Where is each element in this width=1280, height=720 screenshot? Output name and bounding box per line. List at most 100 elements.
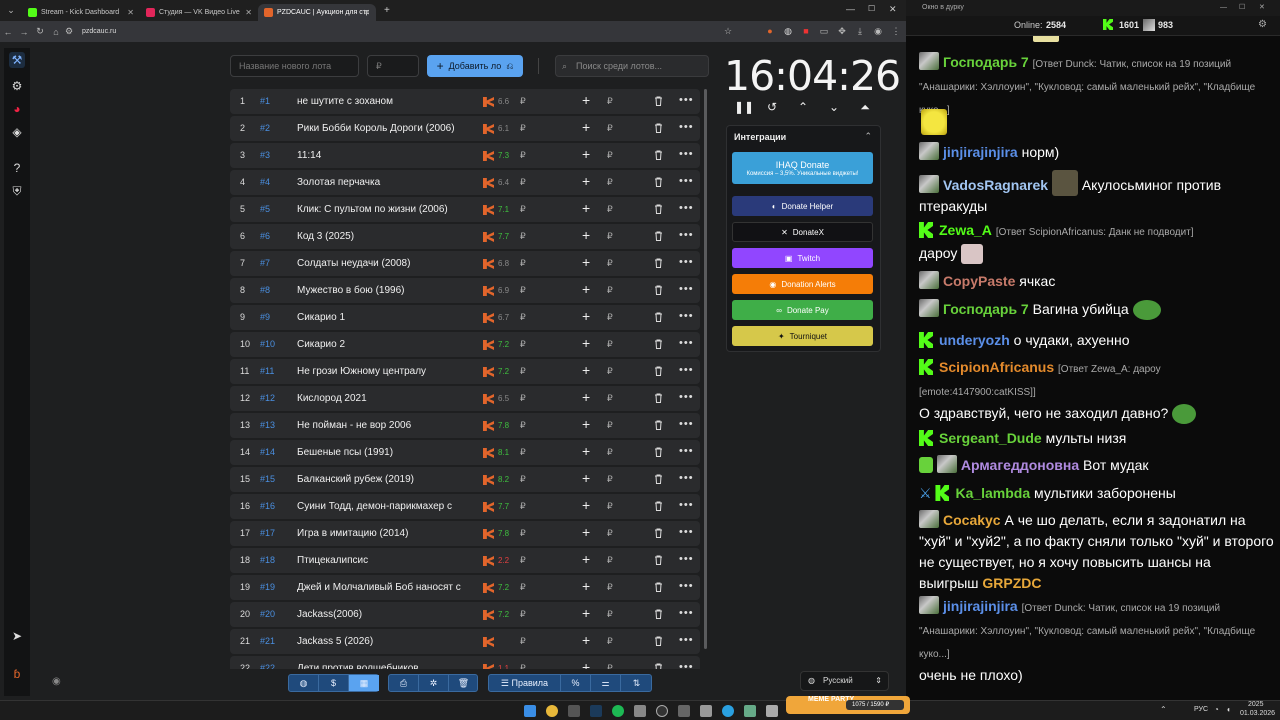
more-options-icon[interactable]: ••• — [679, 553, 694, 565]
more-options-icon[interactable]: ••• — [679, 661, 694, 669]
delete-trash-icon[interactable] — [654, 231, 663, 241]
currency-icon[interactable]: ₽ — [607, 447, 613, 458]
telegram-icon[interactable] — [722, 705, 734, 717]
delete-trash-icon[interactable] — [654, 609, 663, 619]
lot-row[interactable]: 4 #4 Золотая перчачка 6.4 ₽ + ₽ ••• — [230, 170, 700, 195]
minimize-button[interactable]: — — [846, 4, 855, 14]
delete-trash-icon[interactable] — [654, 366, 663, 376]
delete-trash-icon[interactable] — [654, 204, 663, 214]
add-amount-icon[interactable]: + — [582, 524, 590, 540]
lot-row[interactable]: 7 #7 Солдаты неудачи (2008) 6.8 ₽ + ₽ ••• — [230, 251, 700, 276]
currency-icon[interactable]: ₽ — [607, 528, 613, 539]
lot-fast-id[interactable]: #11 — [260, 366, 274, 376]
lot-name[interactable]: Рики Бобби Король Дороги (2006) — [297, 123, 469, 134]
donate-pay-button[interactable]: ∞ Donate Pay — [732, 300, 873, 320]
chat-username[interactable]: Господарь 7 — [943, 301, 1029, 317]
auction-hammer-icon[interactable]: ⚒ — [9, 52, 25, 68]
add-amount-icon[interactable]: + — [582, 254, 590, 270]
add-amount-icon[interactable]: + — [582, 659, 590, 669]
close-tab-icon[interactable]: ✕ — [245, 8, 252, 17]
lot-row[interactable]: 22 #22 Дети против волшебников 1.1 ₽ + ₽ ••• — [230, 656, 700, 669]
lot-fast-id[interactable]: #2 — [260, 123, 270, 133]
delete-trash-icon[interactable] — [654, 474, 663, 484]
lot-name[interactable]: Кислород 2021 — [297, 393, 469, 404]
twitch-button[interactable]: ▣ Twitch — [732, 248, 873, 268]
timer-up-icon[interactable]: ⌃ — [796, 100, 810, 114]
currency-icon[interactable]: ₽ — [607, 258, 613, 269]
meme-party-widget[interactable]: MEME PARTY 1075 / 1590 ₽ — [786, 696, 910, 714]
lot-fast-id[interactable]: #22 — [260, 663, 275, 669]
delete-trash-icon[interactable] — [654, 447, 663, 457]
tourniquet-button[interactable]: ✦ Tourniquet — [732, 326, 873, 346]
clock-time[interactable]: 2025 — [1248, 701, 1264, 708]
delete-trash-icon[interactable] — [654, 636, 663, 646]
lot-row[interactable]: 17 #17 Игра в имитацию (2014) 7.8 ₽ + ₽ ••• — [230, 521, 700, 546]
delete-trash-icon[interactable] — [654, 555, 663, 565]
obs-icon[interactable] — [656, 705, 668, 717]
rules-button[interactable]: ☰ Правила — [489, 675, 561, 691]
reset-timer-icon[interactable]: ↺ — [765, 100, 779, 114]
chat-username[interactable]: Господарь 7 — [943, 54, 1029, 70]
lot-fast-id[interactable]: #1 — [260, 96, 270, 106]
lot-row[interactable]: 8 #8 Мужество в бою (1996) 6.9 ₽ + ₽ ••• — [230, 278, 700, 303]
lot-name[interactable]: Солдаты неудачи (2008) — [297, 258, 469, 269]
lot-row[interactable]: 11 #11 Не грози Южному централу 7.2 ₽ + ₽ ••• — [230, 359, 700, 384]
add-amount-icon[interactable]: + — [582, 470, 590, 486]
currency-icon[interactable]: ₽ — [607, 474, 613, 485]
delete-trash-icon[interactable] — [654, 258, 663, 268]
tab-kick-dashboard[interactable]: Stream - Kick Dashboard ✕ — [22, 4, 140, 21]
profile-icon[interactable]: ◉ — [872, 25, 884, 37]
reload-icon[interactable]: ↻ — [32, 26, 48, 37]
currency-icon[interactable]: ₽ — [607, 204, 613, 215]
lot-name[interactable]: Птицекалипсис — [297, 555, 469, 566]
currency-icon[interactable]: ₽ — [607, 663, 613, 669]
lot-fast-id[interactable]: #13 — [260, 420, 275, 430]
kinopoisk-icon[interactable] — [483, 286, 494, 296]
chat-username[interactable]: Zewa_A — [939, 222, 992, 238]
lot-name[interactable]: 11:14 — [297, 150, 469, 161]
more-options-icon[interactable]: ••• — [679, 499, 694, 511]
add-amount-icon[interactable]: + — [582, 632, 590, 648]
add-amount-icon[interactable]: + — [582, 92, 590, 108]
sort-icon[interactable]: ⇅ — [621, 675, 652, 691]
clock-date[interactable]: 01.03.2026 — [1240, 710, 1275, 717]
lot-row[interactable]: 1 #1 не шутите с зоханом 6.6 ₽ + ₽ ••• — [230, 89, 700, 114]
currency-icon[interactable]: ₽ — [607, 123, 613, 134]
add-amount-icon[interactable]: + — [582, 497, 590, 513]
kinopoisk-icon[interactable] — [483, 637, 494, 647]
kinopoisk-icon[interactable] — [483, 448, 494, 458]
lot-name[interactable]: Сикарио 1 — [297, 312, 469, 323]
kinopoisk-icon[interactable] — [483, 97, 494, 107]
delete-trash-icon[interactable] — [654, 582, 663, 592]
lot-name[interactable]: Дети против волшебников — [297, 663, 469, 669]
add-amount-icon[interactable]: + — [582, 146, 590, 162]
lot-fast-id[interactable]: #20 — [260, 609, 275, 619]
add-amount-icon[interactable]: + — [582, 389, 590, 405]
lot-row[interactable]: 16 #16 Суини Тодд, демон-парикмахер с 7.7 ₽ +… — [230, 494, 700, 519]
lot-name[interactable]: Суини Тодд, демон-парикмахер с — [297, 501, 469, 512]
chat-maximize-button[interactable]: ☐ — [1239, 0, 1245, 16]
tab-pzdcauc[interactable]: PZDCAUC | Аукцион для стри… ✕ — [258, 3, 376, 21]
home-icon[interactable]: ⌂ — [48, 27, 64, 37]
boosty-icon[interactable]: ɓ — [9, 666, 25, 682]
lot-fast-id[interactable]: #17 — [260, 528, 275, 538]
more-options-icon[interactable]: ••• — [679, 391, 694, 403]
add-amount-icon[interactable]: + — [582, 605, 590, 621]
lot-row[interactable]: 6 #6 Код 3 (2025) 7.7 ₽ + ₽ ••• — [230, 224, 700, 249]
lot-fast-id[interactable]: #9 — [260, 312, 270, 322]
more-options-icon[interactable]: ••• — [679, 580, 694, 592]
donate-helper-button[interactable]: ◐ Donate Helper — [732, 196, 873, 216]
kinopoisk-icon[interactable] — [483, 421, 494, 431]
app-icon[interactable] — [568, 705, 580, 717]
more-options-icon[interactable]: ••• — [679, 607, 694, 619]
forward-icon[interactable]: → — [16, 27, 32, 37]
extension-icon[interactable]: ● — [764, 25, 776, 37]
delete-trash-icon[interactable] — [654, 312, 663, 322]
extension-icon[interactable]: ■ — [800, 25, 812, 37]
more-options-icon[interactable]: ••• — [679, 283, 694, 295]
tab-vk-studio[interactable]: Студия — VK Видео Live ✕ — [140, 4, 258, 21]
lot-row[interactable]: 9 #9 Сикарио 1 6.7 ₽ + ₽ ••• — [230, 305, 700, 330]
lot-search-input[interactable]: ⌕ Поиск среди лотов... — [555, 55, 709, 77]
lot-fast-id[interactable]: #10 — [260, 339, 275, 349]
lot-fast-id[interactable]: #21 — [260, 636, 275, 646]
